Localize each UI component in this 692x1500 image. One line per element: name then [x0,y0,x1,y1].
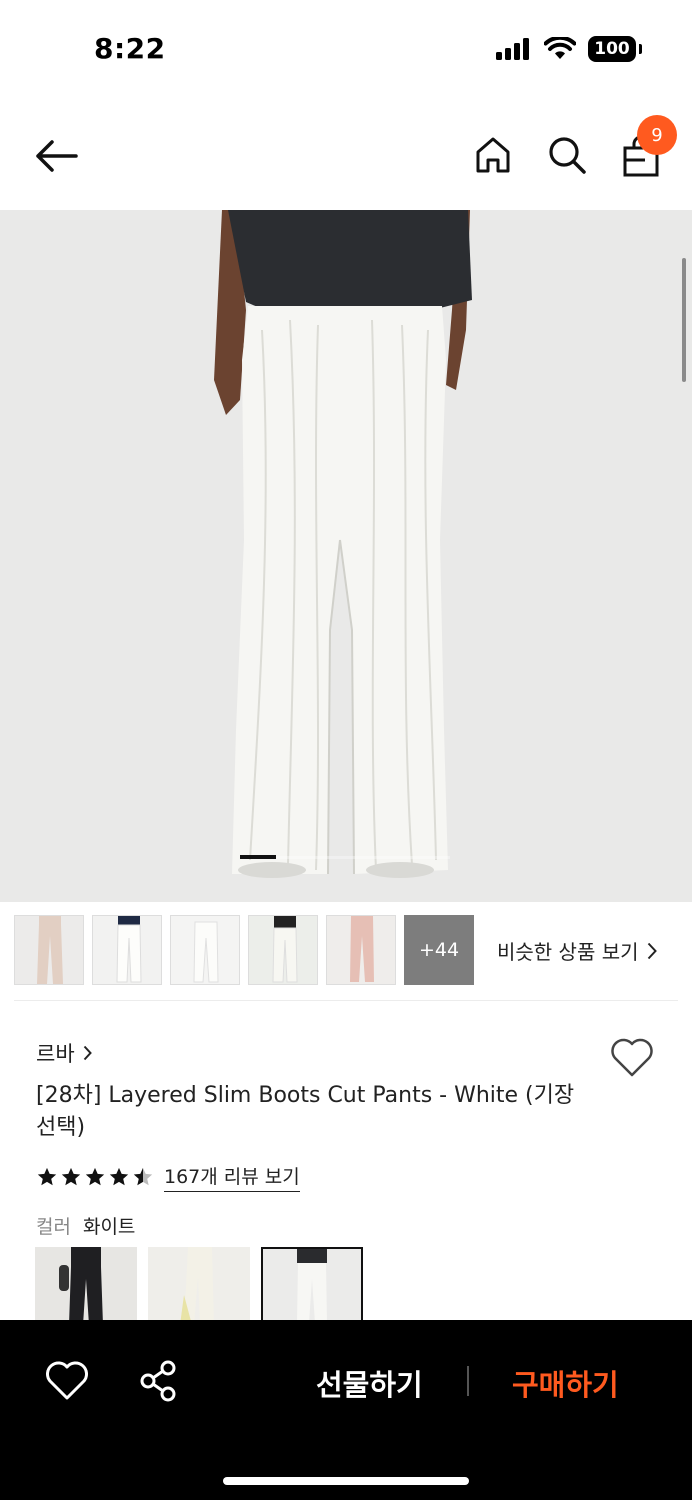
swatch-ivory[interactable] [148,1247,250,1325]
share-button[interactable] [136,1358,182,1404]
product-photo [0,210,692,902]
color-value: 화이트 [82,1216,136,1238]
reviews-link[interactable]: 167개 리뷰 보기 [164,1162,300,1192]
buy-button[interactable]: 구매하기 [512,1362,619,1404]
product-title: [28차] Layered Slim Boots Cut Pants - Whi… [36,1083,575,1140]
share-icon [140,1360,176,1402]
bottom-action-bar: 선물하기 구매하기 [0,1320,692,1500]
thumbnail-pink-pants[interactable] [326,915,396,985]
color-row: 컬러 화이트 [36,1212,135,1239]
brand-name: 르바 [36,1042,75,1066]
similar-products-label: 비슷한 상품 보기 [497,940,639,964]
heart-icon [46,1361,88,1400]
divider [14,1000,678,1001]
similar-products-link[interactable]: 비슷한 상품 보기 [497,936,657,965]
status-icons: 100 [496,36,642,62]
scroll-indicator [682,258,686,382]
star-icon [37,1167,57,1186]
heart-icon [611,1038,653,1077]
brand-link[interactable]: 르바 [36,1038,92,1068]
thumbnail-white-pants-navy-top[interactable] [92,915,162,985]
carousel-pager-active [240,855,276,859]
thumbnail-white-pants[interactable] [170,915,240,985]
chevron-right-icon [647,942,657,959]
wifi-icon [544,37,576,59]
battery-icon: 100 [588,36,642,62]
star-icon [85,1167,105,1186]
top-navigation [0,100,692,210]
star-icon [61,1167,81,1186]
home-button[interactable] [468,130,518,180]
home-icon [476,137,510,173]
chevron-right-icon [83,1045,92,1061]
wishlist-button[interactable] [609,1036,655,1080]
swatch-white[interactable] [261,1247,363,1325]
color-label: 컬러 [36,1216,71,1238]
bottom-wishlist-button[interactable] [44,1358,90,1404]
thumbnail-beige-pants[interactable] [14,915,84,985]
more-images-button[interactable]: +44 [404,915,474,985]
product-image-carousel[interactable] [0,210,692,902]
home-indicator[interactable] [223,1477,469,1485]
status-bar: 8:22 100 [0,0,692,100]
back-arrow-icon [36,140,78,172]
star-icon [109,1167,129,1186]
thumbnail-strip: +44 [14,915,474,985]
status-time: 8:22 [94,32,166,65]
rating-row: 167개 리뷰 보기 [36,1162,300,1192]
star-rating [36,1166,154,1188]
search-icon [549,137,586,174]
signal-icon [496,38,529,60]
back-button[interactable] [28,128,84,184]
search-button[interactable] [542,130,592,180]
bottom-bar-separator [467,1366,469,1396]
half-star-icon [133,1167,153,1186]
gift-button[interactable]: 선물하기 [316,1362,423,1404]
cart-count-badge: 9 [637,115,677,155]
swatch-black[interactable] [35,1247,137,1325]
color-swatches [35,1247,363,1325]
thumbnail-white-pants-black-top[interactable] [248,915,318,985]
